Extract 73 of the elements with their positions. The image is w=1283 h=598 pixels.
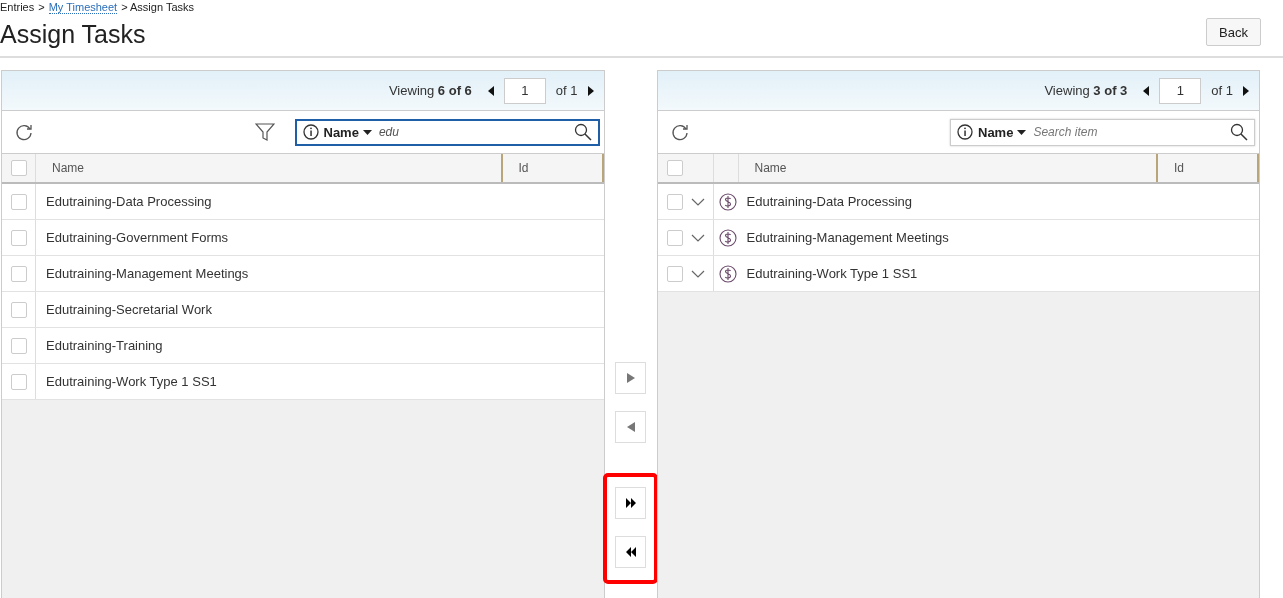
task-name: Edutraining-Management Meetings: [745, 229, 950, 247]
row-checkbox[interactable]: [11, 265, 27, 282]
table-row[interactable]: Edutraining-Management Meetings: [2, 256, 604, 292]
search-field[interactable]: Name edu: [294, 118, 600, 146]
dollar-icon: [718, 229, 737, 247]
row-checkbox[interactable]: [666, 265, 683, 282]
caret-icon: [1017, 129, 1027, 135]
page-input[interactable]: 1: [1159, 77, 1202, 104]
field-dropdown[interactable]: Name: [978, 124, 1027, 140]
task-name: Edutraining-Work Type 1 SS1: [745, 265, 919, 283]
breadcrumb-text: >: [38, 1, 45, 13]
search-field[interactable]: Name Search item: [950, 118, 1255, 146]
move-all-left-button[interactable]: [615, 536, 646, 568]
table-row[interactable]: Edutraining-Management Meetings: [657, 220, 1259, 256]
previous-page-icon[interactable]: [1143, 85, 1150, 96]
chevron-down-icon[interactable]: [690, 197, 705, 206]
page-total: of 1: [1211, 83, 1233, 98]
task-name: Edutraining-Work Type 1 SS1: [45, 373, 218, 391]
caret-icon: [362, 129, 372, 135]
column-header[interactable]: Name: [738, 154, 1156, 182]
chevron-down-icon[interactable]: [690, 233, 705, 242]
chevron-down-icon[interactable]: [690, 269, 705, 278]
refresh-icon[interactable]: [14, 122, 34, 142]
row-checkbox[interactable]: [666, 193, 683, 210]
next-page-icon[interactable]: [1243, 85, 1249, 96]
breadcrumb-link[interactable]: My Timesheet: [48, 0, 118, 14]
breadcrumb-text: > Assign Tasks: [121, 1, 195, 13]
search-icon[interactable]: [1230, 123, 1248, 141]
viewing-count: Viewing 3 of 3: [1044, 83, 1128, 98]
task-name: Edutraining-Government Forms: [45, 229, 230, 247]
row-checkbox[interactable]: [11, 301, 27, 318]
dollar-icon: [718, 193, 737, 211]
refresh-icon[interactable]: [669, 122, 690, 142]
select-all-checkbox[interactable]: [11, 160, 27, 176]
viewing-count: Viewing 6 of 6: [388, 83, 472, 98]
filter-icon[interactable]: [254, 122, 275, 142]
table-row[interactable]: Edutraining-Data Processing: [2, 184, 604, 220]
column-header[interactable]: Name: [36, 154, 501, 182]
triangle-icon: [624, 372, 637, 384]
search-icon[interactable]: [573, 123, 592, 141]
page-input[interactable]: 1: [503, 77, 546, 104]
double-triangle-icon: [624, 497, 637, 509]
previous-page-icon[interactable]: [487, 85, 494, 96]
info-icon[interactable]: [302, 124, 319, 140]
table-row[interactable]: Edutraining-Government Forms: [2, 220, 604, 256]
task-name: Edutraining-Secretarial Work: [45, 301, 213, 319]
table-row[interactable]: Edutraining-Work Type 1 SS1: [2, 364, 604, 400]
column-header[interactable]: Id: [1156, 154, 1259, 182]
task-name: Edutraining-Training: [45, 337, 164, 355]
table-row[interactable]: Edutraining-Secretarial Work: [2, 292, 604, 328]
task-name: Edutraining-Management Meetings: [45, 265, 250, 283]
field-dropdown[interactable]: Name: [323, 124, 372, 140]
page-total: of 1: [555, 83, 578, 98]
double-triangle-icon: [624, 546, 637, 558]
breadcrumb-text: Entries: [0, 1, 35, 13]
row-checkbox[interactable]: [11, 229, 27, 246]
dollar-icon: [718, 265, 737, 283]
select-all-checkbox[interactable]: [666, 160, 683, 176]
table-row[interactable]: Edutraining-Training: [2, 328, 604, 364]
move-all-right-button[interactable]: [615, 487, 646, 519]
row-checkbox[interactable]: [666, 229, 683, 246]
back-button[interactable]: Back: [1206, 18, 1261, 46]
info-icon[interactable]: [957, 124, 973, 140]
table-row[interactable]: Edutraining-Data Processing: [657, 184, 1259, 220]
column-header[interactable]: Id: [500, 154, 604, 182]
task-name: Edutraining-Data Processing: [745, 193, 913, 211]
table-row[interactable]: Edutraining-Work Type 1 SS1: [657, 256, 1259, 292]
next-page-icon[interactable]: [587, 85, 594, 96]
row-checkbox[interactable]: [11, 193, 27, 210]
row-checkbox[interactable]: [11, 337, 27, 354]
row-checkbox[interactable]: [11, 373, 27, 390]
task-name: Edutraining-Data Processing: [45, 193, 213, 211]
page-title: Assign Tasks: [0, 20, 147, 49]
